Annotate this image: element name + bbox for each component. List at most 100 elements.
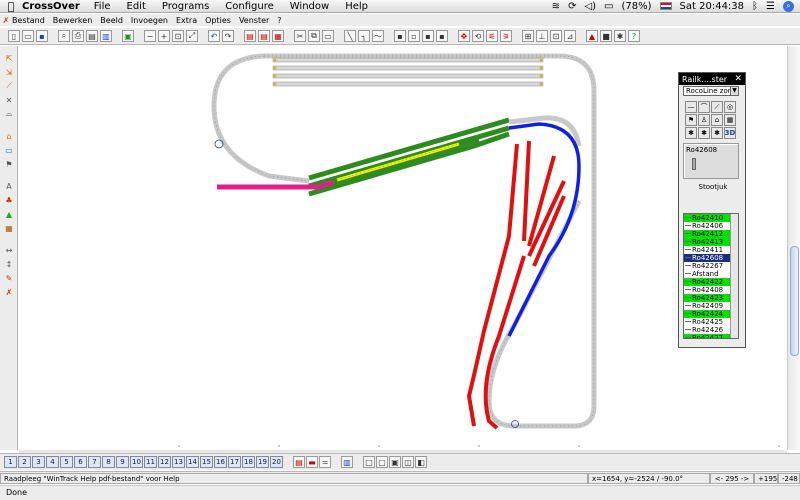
red-fan-tracks[interactable]	[466, 140, 566, 430]
height-a-icon[interactable]: □	[363, 456, 375, 468]
scenery-icon[interactable]: ▦	[724, 114, 736, 126]
menu-beeld[interactable]: Beeld	[100, 16, 123, 25]
pointer-tool-icon[interactable]: ⇱	[3, 52, 15, 64]
tool-c-icon[interactable]: ✱	[711, 127, 723, 139]
clock[interactable]: Sat 20:44:38	[680, 1, 745, 12]
open-folder-icon[interactable]: ▭	[22, 30, 34, 42]
page-button-4[interactable]: 4	[46, 456, 59, 468]
edit-tool-icon[interactable]: ✎	[3, 272, 15, 284]
straight-track-icon[interactable]: —	[685, 101, 697, 113]
track-system-dropdown[interactable]: RocoLine zon ▼	[683, 86, 739, 96]
page-button-17[interactable]: 17	[228, 456, 241, 468]
crossing-tool-icon[interactable]: ✕	[3, 94, 15, 106]
document-icon[interactable]: ▥	[100, 30, 112, 42]
green-station-tracks[interactable]	[308, 117, 510, 197]
turntable-icon[interactable]: ◎	[724, 101, 736, 113]
connect-icon[interactable]: ⚟	[486, 30, 498, 42]
stop-icon[interactable]: ■	[600, 30, 612, 42]
menu-bestand[interactable]: Bestand	[12, 16, 45, 25]
page-button-7[interactable]: 7	[88, 456, 101, 468]
layer-toggle-icon[interactable]: ▤	[293, 456, 305, 468]
menu-extra[interactable]: Extra	[176, 16, 197, 25]
rotate-icon[interactable]: ⟲	[472, 30, 484, 42]
page-button-18[interactable]: 18	[242, 456, 255, 468]
height-tool-icon[interactable]: ↕	[3, 258, 15, 270]
track-flex-icon[interactable]: 〜	[372, 30, 384, 42]
align-icon[interactable]: ▪	[422, 30, 434, 42]
image-icon[interactable]: ▣	[122, 30, 134, 42]
page-button-1[interactable]: 1	[4, 456, 17, 468]
turnout-icon[interactable]: ⟋	[711, 101, 723, 113]
wifi-icon[interactable]: ≋	[552, 1, 560, 12]
tool-b-icon[interactable]: ✱	[698, 127, 710, 139]
grid-icon[interactable]: ⊡	[550, 30, 562, 42]
track-tool-icon[interactable]: ⇲	[3, 66, 15, 78]
track-curve-icon[interactable]: ╮	[358, 30, 370, 42]
layer-stack-icon[interactable]: ▥	[341, 456, 353, 468]
zoom-window-icon[interactable]: ⊡	[172, 30, 184, 42]
track-layout-drawing[interactable]	[19, 46, 787, 450]
tool-a-icon[interactable]: ✱	[685, 127, 697, 139]
layer-color-icon[interactable]: ▬	[306, 456, 318, 468]
track-straight-icon[interactable]: ╲	[344, 30, 356, 42]
page-button-15[interactable]: 15	[200, 456, 213, 468]
curve-track-icon[interactable]: ⌒	[698, 101, 710, 113]
measure-icon[interactable]: ⊞	[522, 30, 534, 42]
building-icon[interactable]: ⌂	[711, 114, 723, 126]
parts-list[interactable]: Ro42410 Ro42406 Ro42412 Ro42413 Ro42411 Ro426…	[683, 213, 739, 339]
gray-connector-track[interactable]	[508, 115, 582, 147]
app-icon[interactable]: ✗	[0, 16, 12, 25]
page-button-20[interactable]: 20	[270, 456, 283, 468]
info-icon[interactable]: ?	[628, 30, 640, 42]
app-name-menu[interactable]: CrossOver	[22, 1, 80, 12]
layer-icon[interactable]: ▤	[244, 30, 256, 42]
redo-icon[interactable]: ↷	[222, 30, 234, 42]
move-icon[interactable]: ✥	[458, 30, 470, 42]
page-button-13[interactable]: 13	[172, 456, 185, 468]
height-b-icon[interactable]: ▢	[376, 456, 388, 468]
menu-opties[interactable]: Opties	[205, 16, 231, 25]
text-tool-icon[interactable]: A	[3, 180, 15, 192]
part-preview[interactable]: Ro42608	[683, 143, 739, 179]
battery-percent[interactable]: (78%)	[622, 1, 652, 12]
height-e-icon[interactable]: ◧	[415, 456, 427, 468]
slope-icon[interactable]: ⊿	[564, 30, 576, 42]
paste-icon[interactable]: ▭	[322, 30, 334, 42]
yard-sidings[interactable]	[272, 57, 544, 87]
scrollbar-thumb[interactable]	[790, 246, 799, 356]
layer-settings-icon[interactable]: ≍	[319, 456, 331, 468]
save-icon[interactable]: ▪	[36, 30, 48, 42]
figure-icon[interactable]: ♙	[698, 114, 710, 126]
page-button-9[interactable]: 9	[116, 456, 129, 468]
layer-2-icon[interactable]: ▤	[258, 30, 270, 42]
group-icon[interactable]: ▪	[394, 30, 406, 42]
print-setup-icon[interactable]: ▤	[86, 30, 98, 42]
vertical-scrollbar[interactable]	[787, 46, 800, 450]
page-button-16[interactable]: 16	[214, 456, 227, 468]
apple-menu-icon[interactable]: 	[0, 0, 22, 13]
wall-tool-icon[interactable]: ▦	[3, 222, 15, 234]
page-button-19[interactable]: 19	[256, 456, 269, 468]
battery-icon[interactable]: ▭	[604, 1, 613, 12]
page-button-2[interactable]: 2	[18, 456, 31, 468]
print-preview-icon[interactable]: ⌕	[58, 30, 70, 42]
sync-icon[interactable]: ⟳	[568, 1, 576, 12]
menu-invoegen[interactable]: Invoegen	[131, 16, 168, 25]
run-icon[interactable]: ▲	[586, 30, 598, 42]
menu-question[interactable]: ?	[277, 16, 281, 25]
distribute-icon[interactable]: ▪	[436, 30, 448, 42]
page-button-5[interactable]: 5	[60, 456, 73, 468]
copy-icon[interactable]: ⧉	[308, 30, 320, 42]
chevron-down-icon[interactable]: ▼	[730, 87, 738, 95]
menu-bewerken[interactable]: Bewerken	[53, 16, 93, 25]
tree-tool-icon[interactable]: ♣	[3, 194, 15, 206]
menu-help[interactable]: Help	[345, 1, 368, 12]
height-icon[interactable]: ⊥	[536, 30, 548, 42]
spotlight-search-icon[interactable]: ⌕	[783, 0, 794, 12]
disconnect-icon[interactable]: ⚞	[500, 30, 512, 42]
settings-icon[interactable]: ✱	[614, 30, 626, 42]
3d-view-icon[interactable]: 3D	[724, 127, 736, 139]
signal-icon[interactable]: ⚑	[685, 114, 697, 126]
page-button-6[interactable]: 6	[74, 456, 87, 468]
menu-programs[interactable]: Programs	[162, 1, 209, 12]
